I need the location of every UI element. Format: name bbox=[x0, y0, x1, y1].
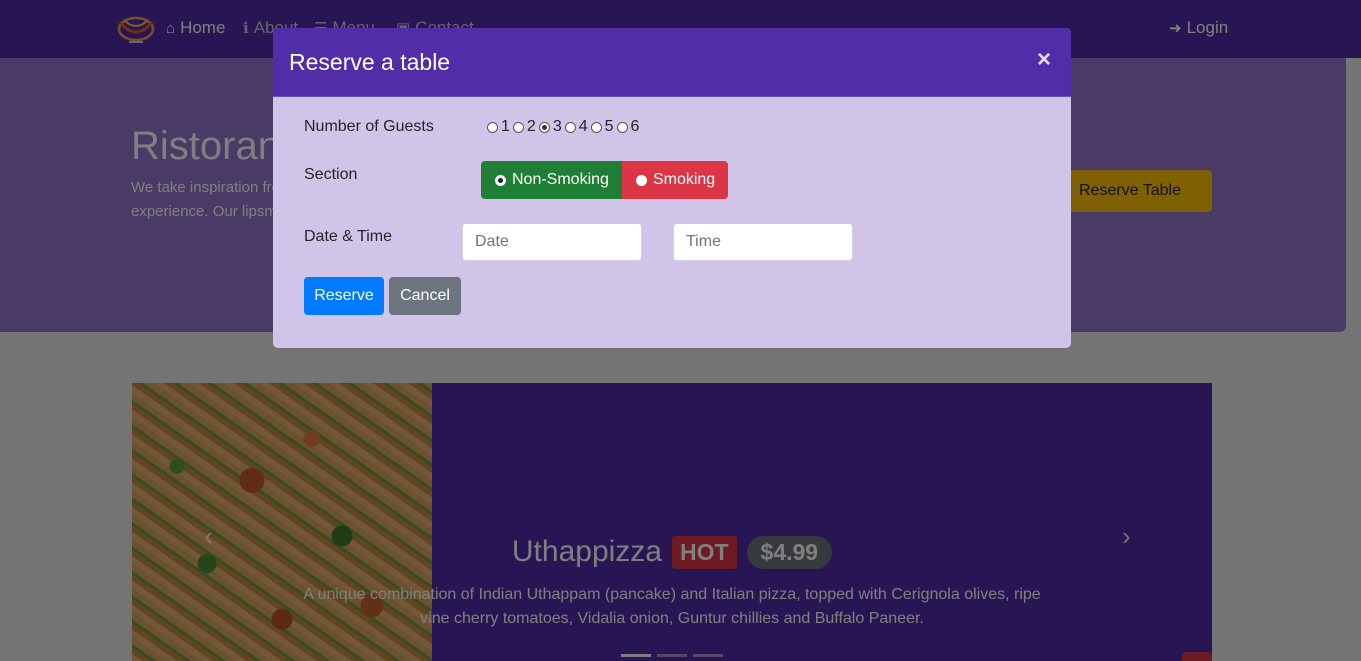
close-icon[interactable]: × bbox=[1037, 46, 1051, 74]
cancel-button[interactable]: Cancel bbox=[389, 277, 461, 315]
guests-option-label: 3 bbox=[552, 118, 562, 135]
modal-header: Reserve a table × bbox=[273, 28, 1071, 97]
reserve-button[interactable]: Reserve bbox=[304, 277, 384, 315]
guests-option-label: 4 bbox=[578, 118, 588, 135]
guests-option-4[interactable]: 4 bbox=[564, 118, 588, 136]
radio-icon[interactable] bbox=[590, 121, 602, 133]
non-smoking-label: Non-Smoking bbox=[512, 171, 609, 188]
reserve-modal: Reserve a table × Number of Guests 1 2 3… bbox=[273, 28, 1071, 348]
radio-icon[interactable] bbox=[487, 121, 498, 133]
radio-icon bbox=[635, 174, 647, 186]
guests-option-label: 5 bbox=[604, 118, 614, 135]
datetime-label: Date & Time bbox=[304, 228, 393, 245]
guests-option-5[interactable]: 5 bbox=[590, 118, 614, 136]
section-label: Section bbox=[304, 166, 358, 183]
guests-option-label: 2 bbox=[526, 118, 536, 135]
radio-icon[interactable] bbox=[512, 121, 524, 133]
time-input[interactable]: Time bbox=[673, 223, 853, 261]
guests-option-6[interactable]: 6 bbox=[616, 118, 640, 136]
guests-option-label: 6 bbox=[630, 118, 640, 135]
guests-option-1[interactable]: 1 bbox=[487, 118, 510, 136]
smoking-label: Smoking bbox=[652, 171, 716, 188]
radio-checked-icon[interactable] bbox=[538, 121, 550, 133]
date-input[interactable]: Date bbox=[462, 223, 642, 261]
guests-option-2[interactable]: 2 bbox=[512, 118, 536, 136]
radio-icon[interactable] bbox=[616, 121, 628, 133]
radio-checked-icon bbox=[495, 174, 506, 186]
radio-icon[interactable] bbox=[564, 121, 576, 133]
modal-title: Reserve a table bbox=[289, 49, 451, 75]
guests-label: Number of Guests bbox=[304, 118, 434, 135]
non-smoking-toggle[interactable]: Non-Smoking bbox=[481, 161, 622, 199]
guests-option-label: 1 bbox=[501, 118, 510, 135]
section-toggle-group: Non-Smoking Smoking bbox=[481, 161, 729, 199]
smoking-toggle[interactable]: Smoking bbox=[621, 161, 729, 199]
guests-option-3[interactable]: 3 bbox=[538, 118, 562, 136]
guests-radio-group: 1 2 3 4 5 6 bbox=[487, 118, 642, 136]
